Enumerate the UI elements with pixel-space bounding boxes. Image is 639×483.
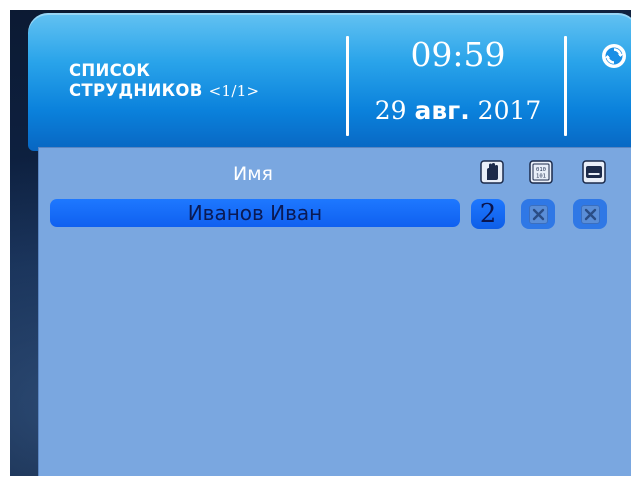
finger-count-badge: 2 — [471, 199, 505, 229]
code-status-cell — [521, 199, 555, 229]
header-divider-right — [564, 36, 567, 136]
card-icon — [582, 160, 606, 184]
column-header-name: Имя — [233, 163, 273, 185]
cross-icon — [532, 208, 545, 221]
svg-text:010: 010 — [536, 167, 546, 173]
title-line-1: СПИСОК — [69, 61, 151, 80]
refresh-icon[interactable] — [601, 43, 627, 69]
current-date: 29 авг. 2017 — [355, 96, 561, 125]
clock-time: 09:59 — [410, 35, 506, 74]
page-indicator[interactable]: <1/1> — [209, 82, 260, 100]
card-status-box — [581, 205, 600, 224]
title-line-2: СТРУДНИКОВ — [69, 81, 203, 100]
binary-code-icon: 010 101 — [529, 160, 553, 184]
hand-icon — [480, 160, 504, 184]
date-day: 29 — [374, 96, 407, 125]
card-status-cell — [573, 199, 607, 229]
employee-list-panel: Имя 010 101 Иванов Иван 2 — [38, 147, 631, 476]
header-bar: СПИСОК СТРУДНИКОВ <1/1> 09:59 29 авг. 20… — [28, 13, 631, 151]
date-year: 2017 — [477, 96, 542, 125]
employee-row[interactable]: Иванов Иван — [50, 199, 460, 227]
cross-icon — [584, 208, 597, 221]
svg-text:101: 101 — [536, 174, 546, 180]
header-divider-left — [346, 36, 349, 136]
page-title: СПИСОК СТРУДНИКОВ <1/1> — [69, 61, 259, 101]
device-screen: СПИСОК СТРУДНИКОВ <1/1> 09:59 29 авг. 20… — [10, 10, 631, 476]
code-status-box — [529, 205, 548, 224]
date-month: авг. — [414, 96, 470, 125]
